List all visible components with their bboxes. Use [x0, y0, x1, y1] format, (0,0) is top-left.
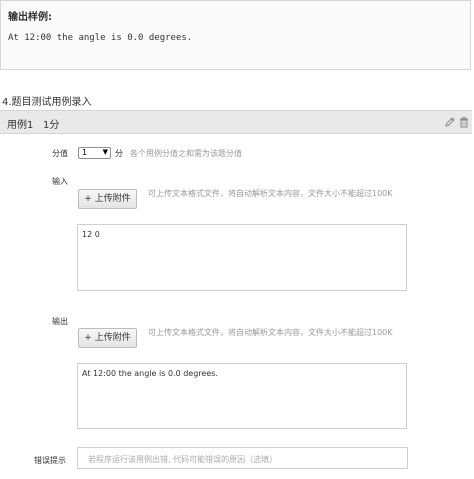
input-upload-hint: 可上传文本格式文件，将自动解析文本内容，文件大小不能超过100K [148, 189, 393, 198]
score-unit: 分 [115, 149, 123, 158]
input-upload-button[interactable]: + 上传附件 [78, 189, 137, 209]
test-case-header[interactable]: 用例1 1分 [0, 110, 472, 134]
pencil-icon[interactable] [444, 116, 456, 128]
trash-icon[interactable] [458, 116, 470, 128]
output-sample-box: 输出样例: At 12:00 the angle is 0.0 degrees. [0, 0, 471, 70]
score-hint: 各个用例分值之和需为该题分值 [130, 149, 242, 158]
test-case-label: 用例1 [7, 120, 34, 131]
score-select[interactable]: 1 ▼ [78, 147, 111, 159]
output-upload-button[interactable]: + 上传附件 [78, 328, 137, 348]
test-case-score: 1分 [43, 120, 60, 131]
chevron-down-icon: ▼ [102, 148, 108, 156]
output-upload-hint: 可上传文本格式文件，将自动解析文本内容，文件大小不能超过100K [148, 328, 393, 337]
output-sample-code: At 12:00 the angle is 0.0 degrees. [8, 33, 193, 43]
output-sample-title: 输出样例: [8, 12, 52, 23]
score-label: 分值 [52, 149, 68, 158]
output-label: 输出 [52, 317, 68, 326]
error-hint-label: 错误提示 [34, 456, 66, 465]
input-label: 输入 [52, 177, 68, 186]
error-hint-input[interactable]: 若程序运行该用例出错, 代码可能错误的原因（选填） [77, 447, 408, 469]
input-textarea[interactable]: 12 0 [77, 224, 407, 291]
score-select-value: 1 [82, 148, 88, 157]
section-title: 4.题目测试用例录入 [2, 97, 92, 108]
output-textarea[interactable]: At 12:00 the angle is 0.0 degrees. [77, 363, 407, 429]
